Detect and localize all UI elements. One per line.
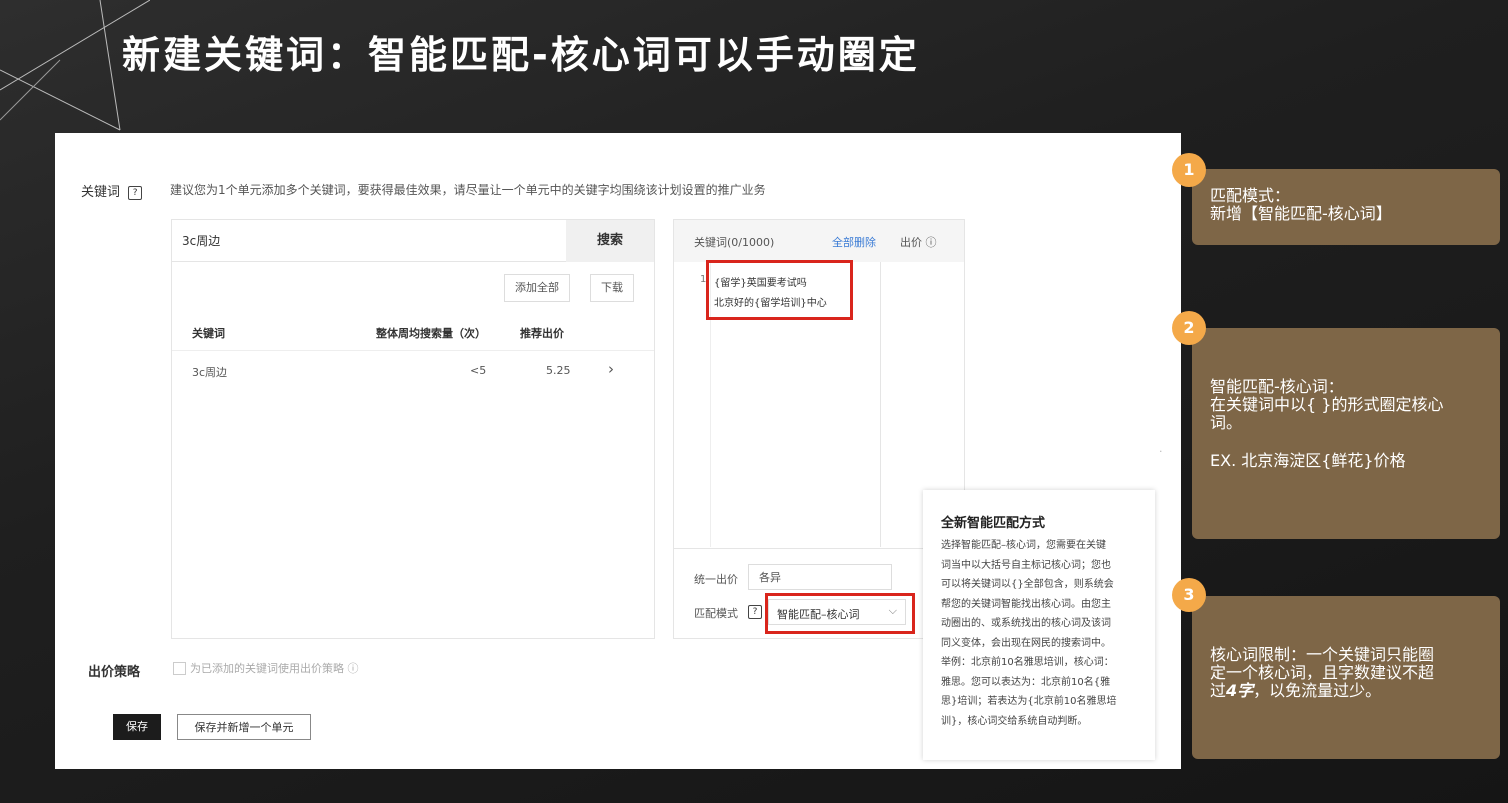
col-header-volume: 整体周均搜索量（次） (376, 327, 486, 340)
unified-bid-label: 统一出价 (694, 573, 738, 586)
annotation-line: 在关键词中以{ }的形式圈定核心 (1210, 395, 1444, 414)
col-header-keyword: 关键词 (192, 327, 225, 340)
row-keyword: 3c周边 (192, 366, 228, 379)
keyword-label: 关键词 ? (81, 181, 143, 200)
annotation-card-2: 智能匹配-核心词： 在关键词中以{ }的形式圈定核心 词。 EX. 北京海淀区{… (1192, 328, 1500, 539)
annotation-line: 智能匹配-核心词： (1210, 377, 1344, 396)
search-input[interactable]: 3c周边 (172, 220, 566, 262)
unified-bid-input[interactable]: 各异 (748, 564, 892, 590)
delete-all-link[interactable]: 全部删除 (832, 234, 876, 250)
help-icon[interactable]: ? (128, 185, 143, 200)
popover-line: 帮您的关键词智能找出核心词。由您主 (941, 598, 1111, 610)
annotation-card-3: 核心词限制：一个关键词只能圈 定一个核心词，且字数建议不超 过4字，以免流量过少… (1192, 596, 1500, 759)
ui-screenshot-panel: 关键词 ? 建议您为1个单元添加多个关键词，要获得最佳效果，请尽量让一个单元中的… (55, 133, 1181, 769)
annotation-text-prefix: 过 (1210, 681, 1227, 700)
popover-line: 训}，核心词交给系统自动判断。 (941, 715, 1088, 727)
annotation-text: 匹配模式： 新增【智能匹配-核心词】 (1210, 187, 1500, 223)
save-and-new-button[interactable]: 保存并新增一个单元 (177, 714, 311, 740)
annotation-line: EX. 北京海淀区{鲜花}价格 (1210, 451, 1406, 470)
bid-strategy-text: 为已添加的关键词使用出价策略 ⓘ (190, 662, 359, 675)
annotation-text: 智能匹配-核心词： 在关键词中以{ }的形式圈定核心 词。 EX. 北京海淀区{… (1210, 378, 1500, 470)
annotation-spacer (1210, 432, 1500, 452)
popover-line: 思}培训；若表达为{北京前10名雅思培 (941, 696, 1117, 707)
popover-line: 选择智能匹配–核心词，您需要在关键 (941, 540, 1106, 551)
popover-line: 雅思。您可以表达为：北京前10名{雅 (941, 676, 1111, 688)
annotation-line: 词。 (1210, 413, 1243, 432)
selected-footer-divider (674, 548, 964, 549)
popover-line: 同义变体，会出现在网民的搜索词中。 (941, 637, 1111, 649)
bid-strategy-checkbox[interactable] (173, 662, 186, 675)
col-header-bid: 推荐出价 (520, 327, 564, 340)
popover-line: 可以将关键词以{}全部包含，则系统会 (941, 579, 1114, 590)
popover-line: 词当中以大括号自主标记核心词；您也 (941, 559, 1111, 571)
annotation-line: 匹配模式： (1210, 186, 1291, 205)
keyword-search-panel: 3c周边 搜索 添加全部 下载 关键词 整体周均搜索量（次） 推荐出价 3c周边… (171, 219, 655, 639)
keyword-label-text: 关键词 (81, 185, 121, 200)
selected-header: 关键词(0/1000) 全部删除 出价 ⓘ (674, 220, 964, 262)
annotation-emphasis: 4字 (1226, 681, 1254, 700)
bid-strategy-label: 出价策略 (88, 665, 141, 680)
match-mode-popover: 全新智能匹配方式 选择智能匹配–核心词，您需要在关键 词当中以大括号自主标记核心… (923, 490, 1155, 760)
keyword-hint: 建议您为1个单元添加多个关键词，要获得最佳效果，请尽量让一个单元中的关键字均围绕… (170, 183, 766, 197)
row-add-arrow[interactable]: › (608, 360, 614, 378)
annotation-line: 过4字，以免流量过少。 (1210, 682, 1500, 700)
slide-title: 新建关键词：智能匹配-核心词可以手动圈定 (122, 33, 920, 77)
annotation-badge-3: 3 (1172, 578, 1206, 612)
annotation-badge-2: 2 (1172, 311, 1206, 345)
annotation-line: 核心词限制：一个关键词只能圈 (1210, 645, 1435, 664)
highlight-keywords-box (706, 260, 853, 320)
annotation-card-1: 匹配模式： 新增【智能匹配-核心词】 (1192, 169, 1500, 245)
download-button[interactable]: 下载 (590, 274, 634, 302)
table-divider (172, 350, 654, 351)
annotation-text: 核心词限制：一个关键词只能圈 定一个核心词，且字数建议不超 过4字，以免流量过少… (1210, 646, 1500, 700)
annotation-line: 新增【智能匹配-核心词】 (1210, 204, 1392, 223)
row-volume: <5 (470, 364, 487, 377)
row-bid: 5.25 (546, 364, 571, 377)
annotation-text-suffix: ，以免流量过少。 (1253, 681, 1382, 700)
popover-line: 动圈出的、或系统找出的核心词及该词 (941, 618, 1111, 629)
popover-title: 全新智能匹配方式 (941, 516, 1046, 531)
search-button[interactable]: 搜索 (566, 220, 654, 262)
bid-column-header: 出价 ⓘ (900, 236, 937, 249)
match-mode-label: 匹配模式 (694, 607, 738, 620)
scroll-tick: · (1159, 445, 1163, 458)
highlight-match-mode-box (765, 593, 915, 634)
popover-line: 举例：北京前10名雅思培训，核心词： (941, 657, 1114, 668)
popover-body: 选择智能匹配–核心词，您需要在关键 词当中以大括号自主标记核心词；您也 可以将关… (941, 536, 1141, 731)
save-button[interactable]: 保存 (113, 714, 161, 740)
annotation-badge-1: 1 (1172, 153, 1206, 187)
annotation-line: 定一个核心词，且字数建议不超 (1210, 663, 1435, 682)
help-icon[interactable]: ? (748, 605, 762, 619)
bid-column-divider (880, 262, 881, 547)
selected-count: 关键词(0/1000) (694, 236, 775, 249)
add-all-button[interactable]: 添加全部 (504, 274, 570, 302)
